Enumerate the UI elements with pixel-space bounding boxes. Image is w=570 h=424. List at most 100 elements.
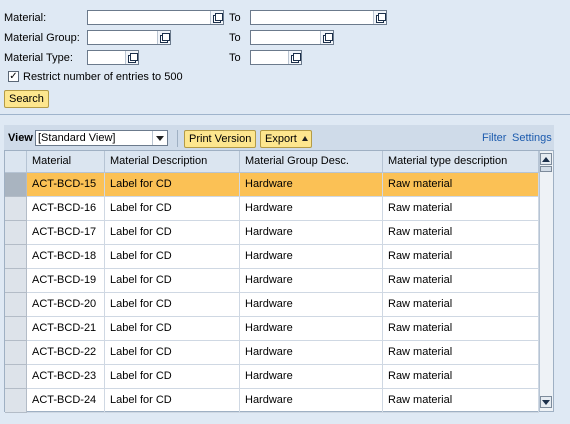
table-row[interactable]: ACT-BCD-18 Label for CD Hardware Raw materi… [5, 245, 539, 269]
type-cell[interactable]: Raw material [383, 317, 539, 341]
row-selector[interactable] [5, 365, 27, 389]
scroll-up-icon[interactable] [540, 153, 552, 165]
toolbar-separator [177, 130, 178, 147]
material-type-to-input[interactable] [250, 50, 302, 65]
row-selector[interactable] [5, 173, 27, 197]
material-cell[interactable]: ACT-BCD-22 [27, 341, 105, 365]
value-help-icon[interactable] [373, 11, 386, 24]
print-version-button[interactable]: Print Version [184, 130, 257, 148]
export-button[interactable]: Export [260, 130, 312, 148]
material-from-input[interactable] [87, 10, 224, 25]
scroll-thumb[interactable] [540, 166, 552, 172]
type-cell[interactable]: Raw material [383, 341, 539, 365]
material-cell[interactable]: ACT-BCD-18 [27, 245, 105, 269]
description-cell[interactable]: Label for CD [105, 317, 240, 341]
description-cell[interactable]: Label for CD [105, 221, 240, 245]
material-group-from-value[interactable] [88, 31, 157, 44]
material-to-value[interactable] [251, 11, 373, 24]
group-cell[interactable]: Hardware [240, 173, 383, 197]
vertical-scrollbar[interactable] [539, 151, 553, 411]
type-cell[interactable]: Raw material [383, 173, 539, 197]
material-group-to-value[interactable] [251, 31, 320, 44]
table-row[interactable]: ACT-BCD-24 Label for CD Hardware Raw materi… [5, 389, 539, 413]
value-help-icon[interactable] [125, 51, 138, 64]
material-cell[interactable]: ACT-BCD-17 [27, 221, 105, 245]
table-row[interactable]: ACT-BCD-19 Label for CD Hardware Raw materi… [5, 269, 539, 293]
group-cell[interactable]: Hardware [240, 317, 383, 341]
group-cell[interactable]: Hardware [240, 389, 383, 413]
material-type-to-value[interactable] [251, 51, 288, 64]
material-from-value[interactable] [88, 11, 210, 24]
row-selector[interactable] [5, 269, 27, 293]
table-row[interactable]: ACT-BCD-21 Label for CD Hardware Raw materi… [5, 317, 539, 341]
material-cell[interactable]: ACT-BCD-20 [27, 293, 105, 317]
group-cell[interactable]: Hardware [240, 245, 383, 269]
material-group-from-input[interactable] [87, 30, 171, 45]
table-row[interactable]: ACT-BCD-17 Label for CD Hardware Raw materi… [5, 221, 539, 245]
col-header-material-description[interactable]: Material Description [105, 151, 240, 173]
chevron-down-icon[interactable] [152, 131, 167, 145]
description-cell[interactable]: Label for CD [105, 293, 240, 317]
material-type-from-input[interactable] [87, 50, 139, 65]
value-help-icon[interactable] [157, 31, 170, 44]
value-help-icon[interactable] [320, 31, 333, 44]
group-cell[interactable]: Hardware [240, 221, 383, 245]
type-cell[interactable]: Raw material [383, 365, 539, 389]
filter-link[interactable]: Filter [482, 132, 506, 144]
row-selector[interactable] [5, 341, 27, 365]
table-row[interactable]: ACT-BCD-20 Label for CD Hardware Raw materi… [5, 293, 539, 317]
search-button[interactable]: Search [4, 90, 49, 108]
table-row[interactable]: ACT-BCD-23 Label for CD Hardware Raw materi… [5, 365, 539, 389]
material-cell[interactable]: ACT-BCD-24 [27, 389, 105, 413]
select-all-cell[interactable] [5, 151, 27, 173]
description-cell[interactable]: Label for CD [105, 269, 240, 293]
material-type-from-value[interactable] [88, 51, 125, 64]
type-cell[interactable]: Raw material [383, 197, 539, 221]
type-cell[interactable]: Raw material [383, 293, 539, 317]
description-cell[interactable]: Label for CD [105, 389, 240, 413]
type-cell[interactable]: Raw material [383, 221, 539, 245]
row-selector[interactable] [5, 293, 27, 317]
type-cell[interactable]: Raw material [383, 269, 539, 293]
settings-link[interactable]: Settings [512, 132, 552, 144]
material-cell[interactable]: ACT-BCD-23 [27, 365, 105, 389]
group-cell[interactable]: Hardware [240, 341, 383, 365]
material-cell[interactable]: ACT-BCD-15 [27, 173, 105, 197]
group-cell[interactable]: Hardware [240, 365, 383, 389]
type-cell[interactable]: Raw material [383, 245, 539, 269]
description-cell[interactable]: Label for CD [105, 365, 240, 389]
col-header-material-type-description[interactable]: Material type description [383, 151, 539, 173]
material-label: Material: [4, 12, 47, 24]
table-row[interactable]: ACT-BCD-22 Label for CD Hardware Raw materi… [5, 341, 539, 365]
view-select-value[interactable]: [Standard View] [36, 131, 152, 145]
row-selector[interactable] [5, 197, 27, 221]
row-selector[interactable] [5, 389, 27, 413]
material-to-input[interactable] [250, 10, 387, 25]
description-cell[interactable]: Label for CD [105, 245, 240, 269]
row-selector[interactable] [5, 245, 27, 269]
material-cell[interactable]: ACT-BCD-19 [27, 269, 105, 293]
table-row[interactable]: ACT-BCD-16 Label for CD Hardware Raw materi… [5, 197, 539, 221]
col-header-material[interactable]: Material [27, 151, 105, 173]
group-cell[interactable]: Hardware [240, 293, 383, 317]
description-cell[interactable]: Label for CD [105, 197, 240, 221]
description-cell[interactable]: Label for CD [105, 173, 240, 197]
view-select[interactable]: [Standard View] [35, 130, 168, 146]
value-help-icon[interactable] [210, 11, 223, 24]
material-cell[interactable]: ACT-BCD-16 [27, 197, 105, 221]
view-label: View [8, 132, 33, 144]
export-menu-arrow-icon [301, 136, 308, 141]
material-group-to-input[interactable] [250, 30, 334, 45]
group-cell[interactable]: Hardware [240, 197, 383, 221]
col-header-material-group-desc[interactable]: Material Group Desc. [240, 151, 383, 173]
group-cell[interactable]: Hardware [240, 269, 383, 293]
description-cell[interactable]: Label for CD [105, 341, 240, 365]
material-cell[interactable]: ACT-BCD-21 [27, 317, 105, 341]
value-help-icon[interactable] [288, 51, 301, 64]
type-cell[interactable]: Raw material [383, 389, 539, 413]
restrict-entries-checkbox[interactable]: ✓ [8, 71, 19, 82]
table-row[interactable]: ACT-BCD-15 Label for CD Hardware Raw materi… [5, 173, 539, 197]
scroll-down-icon[interactable] [540, 396, 552, 408]
row-selector[interactable] [5, 317, 27, 341]
row-selector[interactable] [5, 221, 27, 245]
